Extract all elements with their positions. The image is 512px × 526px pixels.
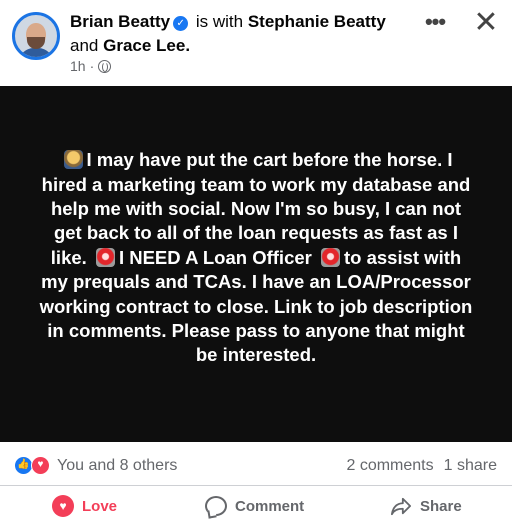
avatar-beard (27, 37, 45, 49)
author-name[interactable]: Brian Beatty (70, 12, 170, 31)
reactors-summary[interactable]: You and 8 others (57, 456, 177, 476)
love-label: Love (82, 497, 118, 515)
status-part-2: I NEED A Loan Officer (118, 246, 312, 268)
feed-post: Brian Beatty ✓ is with Stephanie Beatty a… (0, 0, 512, 526)
tagged-person-2[interactable]: Grace Lee. (103, 36, 190, 55)
post-actions: ♥ Love Comment Share (0, 486, 512, 526)
post-timestamp[interactable]: 1h (70, 58, 86, 74)
comment-button[interactable]: Comment (205, 492, 304, 520)
author-avatar[interactable] (12, 12, 60, 60)
police-siren-icon-2 (320, 247, 340, 267)
reactions-bar: 👍 ♥ You and 8 others 2 comments 1 share (0, 442, 512, 486)
share-label: Share (420, 497, 462, 515)
close-button[interactable]: ✕ (472, 8, 500, 38)
police-siren-icon (95, 247, 115, 267)
and-connector: and (70, 36, 99, 55)
post-meta: 1h · (70, 58, 112, 74)
author-line: Brian Beatty ✓ is with Stephanie Beatty a… (70, 10, 412, 58)
more-options-button[interactable]: ••• (420, 8, 450, 38)
shares-count[interactable]: 1 share (444, 456, 497, 476)
comment-label: Comment (235, 497, 305, 515)
tagged-person-1[interactable]: Stephanie Beatty (248, 12, 386, 31)
post-header: Brian Beatty ✓ is with Stephanie Beatty a… (0, 0, 512, 86)
love-reaction-icon[interactable]: ♥ (31, 456, 50, 475)
status-text: I may have put the cart before the horse… (36, 148, 476, 368)
with-connector: is with (195, 12, 244, 31)
engagement-counts: 2 comments 1 share (346, 456, 497, 476)
share-button[interactable]: Share (390, 492, 462, 520)
verified-badge-icon: ✓ (173, 16, 189, 31)
meta-separator: · (89, 58, 95, 74)
love-button[interactable]: ♥ Love (52, 492, 117, 520)
status-background: I may have put the cart before the horse… (0, 86, 512, 442)
heart-icon: ♥ (52, 495, 74, 517)
avatar-shirt (18, 48, 54, 57)
share-arrow-icon (390, 497, 411, 516)
comment-bubble-icon (205, 496, 227, 516)
person-shrugging-icon (63, 150, 83, 170)
globe-icon[interactable] (98, 59, 112, 73)
comments-count[interactable]: 2 comments (346, 456, 433, 476)
